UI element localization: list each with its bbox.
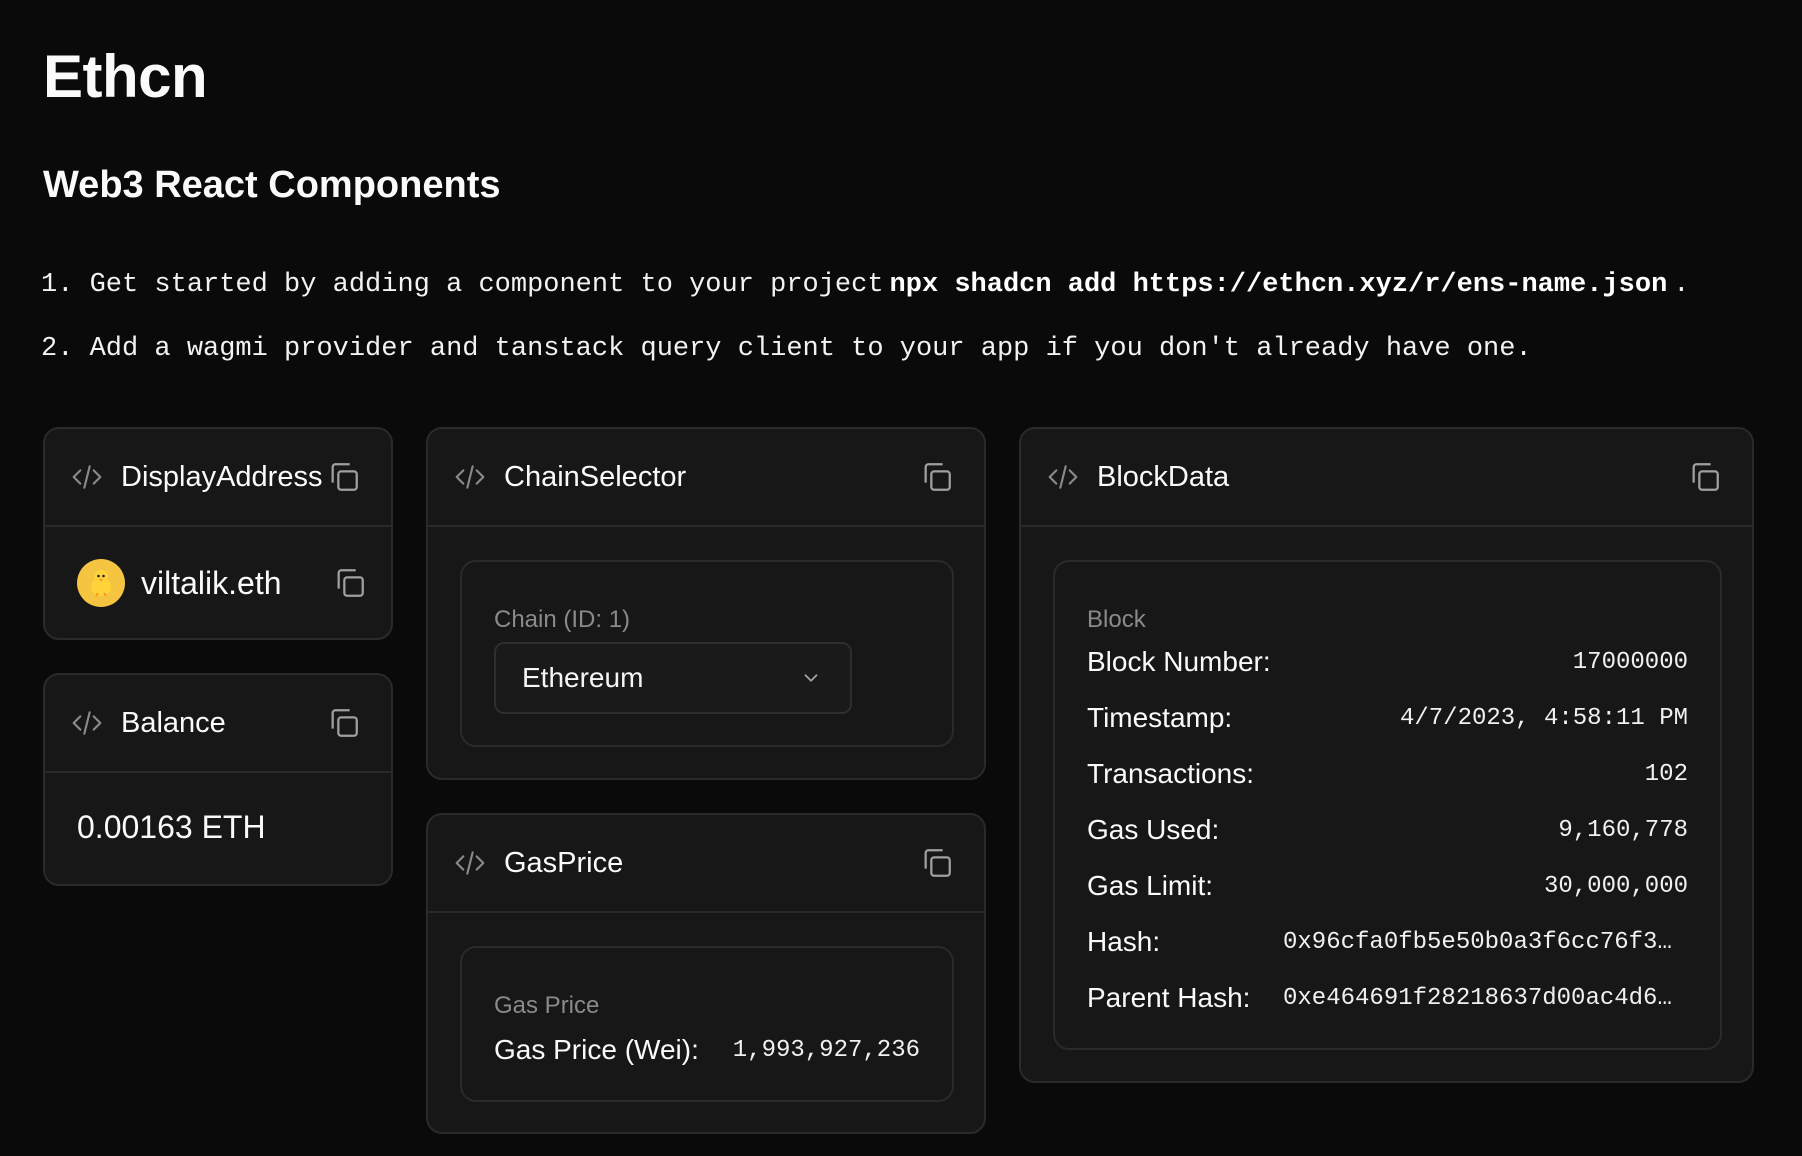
block-row-value: 9,160,778 <box>1558 816 1688 844</box>
block-row-value: 4/7/2023, 4:58:11 PM <box>1399 704 1688 732</box>
block-data-title: BlockData <box>1097 460 1230 493</box>
balance-title: Balance <box>121 706 226 739</box>
gas-price-title: GasPrice <box>504 846 624 879</box>
code-icon <box>455 465 485 489</box>
block-label: Block <box>1087 606 1146 633</box>
block-data-card: BlockData Block Block Number: 17000000 T… <box>1019 427 1754 1083</box>
gas-price-card: GasPrice Gas Price Gas Price (Wei): 1,99… <box>426 813 986 1134</box>
block-data-header: BlockData <box>1021 429 1752 527</box>
step-2-text: 2. Add a wagmi provider and tanstack que… <box>41 334 1532 364</box>
gas-price-label: Gas Price <box>494 992 600 1019</box>
copy-icon[interactable] <box>327 460 361 494</box>
gas-price-key: Gas Price (Wei): <box>494 1034 699 1065</box>
block-row-key: Gas Limit: <box>1087 870 1214 901</box>
ens-name: viltalik.eth <box>141 564 282 601</box>
block-row-key: Transactions: <box>1087 758 1255 789</box>
block-row-key: Timestamp: <box>1087 702 1233 733</box>
block-row-parent-hash: Parent Hash: 0xe464691f28218637d00ac4d6… <box>1087 982 1688 1014</box>
copy-address-icon[interactable] <box>333 566 367 600</box>
display-address-card: DisplayAddress viltalik.eth <box>43 427 393 640</box>
chain-selected-value: Ethereum <box>522 662 644 693</box>
block-row-key: Parent Hash: <box>1087 982 1251 1013</box>
block-data-panel: Block Block Number: 17000000 Timestamp: … <box>1053 560 1722 1050</box>
block-row-timestamp: Timestamp: 4/7/2023, 4:58:11 PM <box>1087 702 1688 734</box>
copy-icon[interactable] <box>920 846 954 880</box>
gas-price-header: GasPrice <box>428 815 984 913</box>
ens-display: viltalik.eth <box>77 559 367 607</box>
copy-icon[interactable] <box>920 460 954 494</box>
code-icon <box>72 465 102 489</box>
step-1-suffix: . <box>1673 270 1690 300</box>
block-row-value: 102 <box>1644 760 1688 788</box>
balance-card: Balance 0.00163 ETH <box>43 673 393 886</box>
chain-selector-header: ChainSelector <box>428 429 984 527</box>
page-title: Ethcn <box>43 43 208 110</box>
block-row-value: 30,000,000 <box>1543 872 1688 900</box>
block-row-gas-used: Gas Used: 9,160,778 <box>1087 814 1688 846</box>
code-icon <box>1048 465 1078 489</box>
chain-selector-panel: Chain (ID: 1) Ethereum <box>460 560 954 747</box>
chain-selector-title: ChainSelector <box>504 460 687 493</box>
block-row-number: Block Number: 17000000 <box>1087 646 1688 678</box>
block-row-hash: Hash: 0x96cfa0fb5e50b0a3f6cc76f3… <box>1087 926 1688 958</box>
block-row-key: Block Number: <box>1087 646 1271 677</box>
gas-price-value: 1,993,927,236 <box>732 1036 920 1064</box>
block-row-gas-limit: Gas Limit: 30,000,000 <box>1087 870 1688 902</box>
block-row-key: Hash: <box>1087 926 1161 957</box>
chain-selector-card: ChainSelector Chain (ID: 1) Ethereum <box>426 427 986 780</box>
block-row-value: 17000000 <box>1572 648 1688 676</box>
step-1-text: 1. Get started by adding a component to … <box>41 270 884 300</box>
block-row-transactions: Transactions: 102 <box>1087 758 1688 790</box>
display-address-title: DisplayAddress <box>121 460 323 493</box>
code-icon <box>72 711 102 735</box>
block-row-value: 0xe464691f28218637d00ac4d6… <box>1283 984 1672 1012</box>
avatar <box>77 559 125 607</box>
chain-select[interactable]: Ethereum <box>494 642 852 714</box>
copy-icon[interactable] <box>327 706 361 740</box>
code-icon <box>455 851 485 875</box>
install-command[interactable]: npx shadcn add https://ethcn.xyz/r/ens-n… <box>890 270 1668 300</box>
gas-price-panel: Gas Price Gas Price (Wei): 1,993,927,236 <box>460 946 954 1102</box>
balance-value: 0.00163 ETH <box>77 809 266 845</box>
display-address-header: DisplayAddress <box>45 429 391 527</box>
step-1: 1. Get started by adding a component to … <box>41 270 1689 334</box>
instructions: 1. Get started by adding a component to … <box>41 270 1689 398</box>
chain-label: Chain (ID: 1) <box>494 606 631 633</box>
chevron-down-icon <box>804 674 818 682</box>
step-2: 2. Add a wagmi provider and tanstack que… <box>41 334 1689 398</box>
block-row-value: 0x96cfa0fb5e50b0a3f6cc76f3… <box>1283 928 1672 956</box>
chick-avatar-icon <box>91 570 111 597</box>
balance-header: Balance <box>45 675 391 773</box>
block-row-key: Gas Used: <box>1087 814 1220 845</box>
copy-icon[interactable] <box>1688 460 1722 494</box>
gas-price-row: Gas Price (Wei): 1,993,927,236 <box>494 1034 920 1066</box>
page-subtitle: Web3 React Components <box>43 164 501 206</box>
